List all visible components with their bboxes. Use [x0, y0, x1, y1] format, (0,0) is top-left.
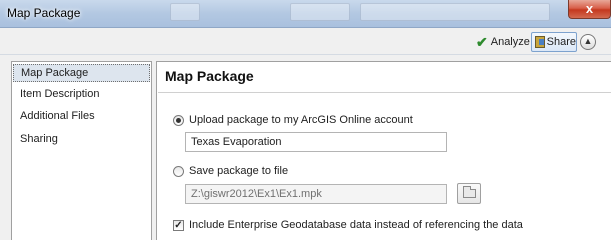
main-panel: Map Package Upload package to my ArcGIS … — [156, 61, 611, 240]
include-checkbox[interactable]: ✓ — [173, 219, 184, 231]
background-window-ghost — [290, 3, 350, 21]
page-title: Map Package — [165, 68, 254, 84]
save-option[interactable]: Save package to file — [173, 165, 288, 177]
include-option[interactable]: ✓ Include Enterprise Geodatabase data in… — [173, 219, 523, 231]
sidebar-item-item-description[interactable]: Item Description — [13, 86, 150, 104]
package-name-input[interactable]: Texas Evaporation — [185, 132, 447, 152]
upload-option[interactable]: Upload package to my ArcGIS Online accou… — [173, 114, 413, 126]
include-option-label: Include Enterprise Geodatabase data inst… — [189, 219, 523, 231]
background-window-ghost — [170, 3, 200, 21]
sidebar-item-label: Additional Files — [20, 110, 95, 122]
analyze-button[interactable]: ✔ Analyze — [476, 33, 530, 51]
checkmark-icon: ✔ — [476, 34, 488, 50]
sidebar-item-label: Item Description — [20, 88, 100, 100]
close-button[interactable]: x — [568, 0, 611, 19]
sidebar-item-label: Map Package — [21, 67, 89, 79]
collapse-button[interactable]: ▲ — [580, 34, 596, 50]
share-button[interactable]: Share — [531, 32, 577, 52]
sidebar: Map Package Item Description Additional … — [11, 61, 152, 240]
close-icon: x — [585, 1, 594, 16]
title-bar: Map Package x — [0, 0, 611, 28]
share-icon — [535, 36, 545, 48]
upload-option-label: Upload package to my ArcGIS Online accou… — [189, 114, 413, 126]
upload-radio[interactable] — [173, 114, 184, 126]
save-radio[interactable] — [173, 165, 184, 177]
divider — [158, 92, 611, 93]
window-title: Map Package — [7, 6, 81, 20]
toolbar: ✔ Analyze Share ▲ — [0, 28, 611, 55]
folder-open-icon — [463, 186, 476, 198]
save-option-label: Save package to file — [189, 165, 289, 177]
chevron-up-icon: ▲ — [583, 36, 593, 46]
analyze-label: Analyze — [490, 36, 530, 48]
share-label: Share — [546, 36, 576, 48]
background-window-ghost — [360, 3, 550, 21]
browse-button[interactable] — [457, 183, 481, 204]
dialog-body: Map Package Item Description Additional … — [0, 55, 611, 240]
file-path-input[interactable]: Z:\giswr2012\Ex1\Ex1.mpk — [185, 184, 447, 204]
sidebar-item-additional-files[interactable]: Additional Files — [13, 108, 150, 126]
sidebar-item-sharing[interactable]: Sharing — [13, 131, 150, 149]
sidebar-item-label: Sharing — [20, 133, 58, 145]
sidebar-item-map-package[interactable]: Map Package — [13, 64, 150, 82]
